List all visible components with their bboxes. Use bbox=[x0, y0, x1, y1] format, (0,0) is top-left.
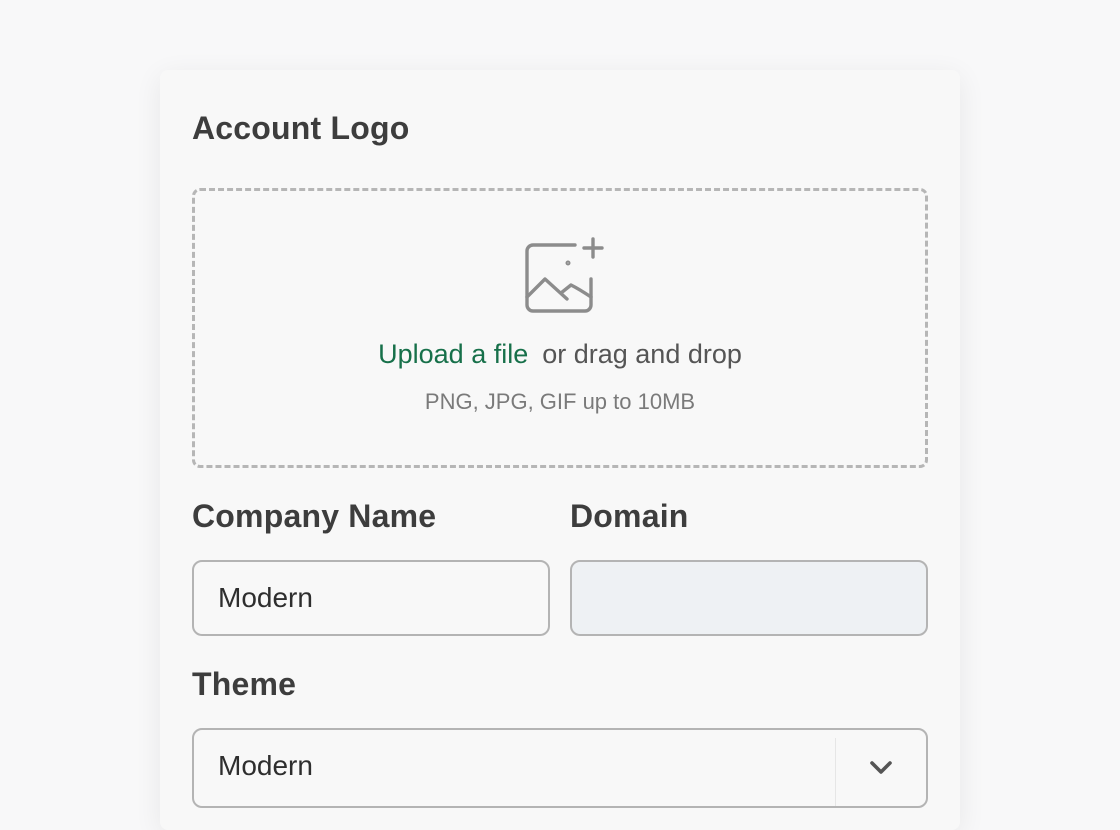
company-name-input[interactable] bbox=[192, 560, 550, 636]
settings-card: Account Logo Upload a file or drag and dr… bbox=[160, 70, 960, 830]
account-logo-label: Account Logo bbox=[192, 110, 410, 146]
upload-file-link[interactable]: Upload a file bbox=[378, 339, 528, 369]
domain-input[interactable] bbox=[570, 560, 928, 636]
theme-selected-value: Modern bbox=[218, 750, 313, 781]
company-name-label: Company Name bbox=[192, 498, 437, 534]
logo-dropzone[interactable]: Upload a file or drag and drop PNG, JPG, … bbox=[192, 188, 928, 468]
domain-label: Domain bbox=[570, 498, 689, 534]
theme-label: Theme bbox=[192, 666, 297, 702]
chevron-down-icon[interactable] bbox=[868, 758, 894, 778]
file-type-hint: PNG, JPG, GIF up to 10MB bbox=[424, 389, 696, 414]
image-plus-icon bbox=[525, 237, 604, 313]
theme-select[interactable]: Modern bbox=[192, 728, 928, 808]
drag-drop-text: or drag and drop bbox=[542, 339, 742, 369]
select-divider bbox=[835, 738, 836, 806]
